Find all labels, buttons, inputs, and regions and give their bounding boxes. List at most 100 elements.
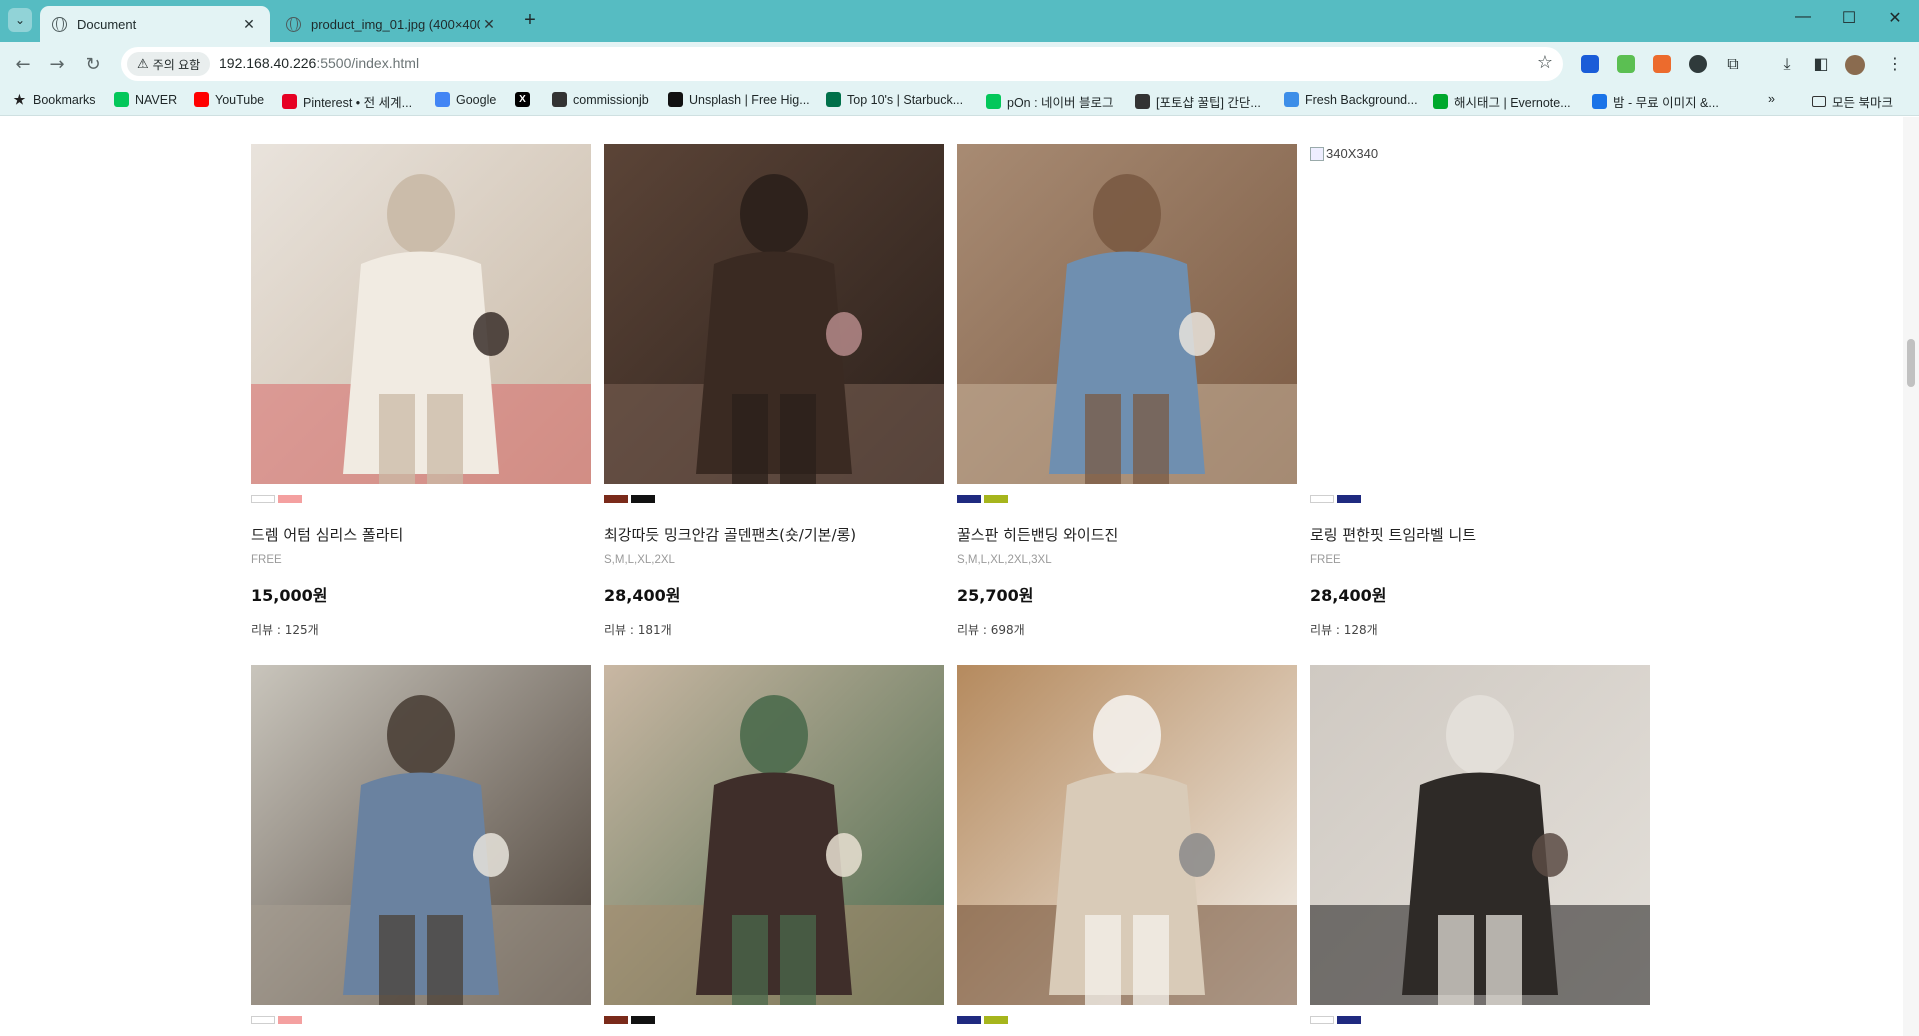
scrollbar[interactable] <box>1903 117 1919 1036</box>
product-image[interactable] <box>604 665 944 1005</box>
address-bar[interactable]: ⚠ 주의 요함 192.168.40.226:5500/index.html ☆ <box>121 47 1563 81</box>
tab-strip: ⌄ Document ✕ product_img_01.jpg (400×400… <box>0 0 1919 42</box>
bookmark-star-icon[interactable]: ☆ <box>1537 52 1553 73</box>
bookmarks-bar: ★ Bookmarks NAVER YouTube Pinterest • 전 세계..… <box>0 86 1919 116</box>
color-swatch[interactable] <box>631 1016 655 1024</box>
side-panel-icon[interactable]: ◧ <box>1809 52 1833 76</box>
product-image[interactable] <box>604 144 944 484</box>
turtleneck-photo <box>251 144 591 484</box>
close-tab-icon[interactable]: ✕ <box>240 16 258 33</box>
bookmark-item[interactable]: Google <box>435 92 496 107</box>
product-image[interactable] <box>957 665 1297 1005</box>
password-manager-extension-icon[interactable] <box>1581 55 1599 73</box>
color-swatch[interactable] <box>1310 1016 1334 1024</box>
all-bookmarks-button[interactable]: 모든 북마크 <box>1812 92 1893 111</box>
color-swatch[interactable] <box>957 1016 981 1024</box>
color-swatch[interactable] <box>984 1016 1008 1024</box>
tab-search-button[interactable]: ⌄ <box>8 8 32 32</box>
minimize-button[interactable]: — <box>1780 8 1826 34</box>
close-tab-icon[interactable]: ✕ <box>480 16 498 33</box>
bookmark-label: Top 10's | Starbuck... <box>847 92 964 107</box>
browser-toolbar: ← → ↻ ⚠ 주의 요함 192.168.40.226:5500/index.… <box>0 42 1919 86</box>
maximize-button[interactable]: ☐ <box>1826 8 1872 34</box>
bookmark-item[interactable]: [포토샵 꿀팁] 간단... <box>1135 92 1261 111</box>
product-name[interactable]: 최강따듯 밍크안감 골덴팬츠(숏/기본/롱) <box>604 524 944 545</box>
product-card[interactable] <box>251 665 591 1024</box>
forward-button[interactable]: → <box>44 52 70 78</box>
bookmark-item[interactable]: Pinterest • 전 세계... <box>282 92 412 111</box>
product-image[interactable] <box>251 665 591 1005</box>
product-card[interactable]: 꿀스판 히든밴딩 와이드진 S,M,L,XL,2XL,3XL 25,700원 리뷰 :… <box>957 144 1297 638</box>
color-swatches <box>1310 495 1650 503</box>
color-swatch[interactable] <box>957 495 981 503</box>
fresh-icon <box>1284 92 1299 107</box>
color-swatch[interactable] <box>1337 495 1361 503</box>
color-swatch[interactable] <box>984 495 1008 503</box>
url-path: :5500/index.html <box>316 55 420 71</box>
profile-avatar[interactable] <box>1843 52 1867 76</box>
knit-vest-photo <box>604 665 944 1005</box>
bookmark-item[interactable]: NAVER <box>114 92 177 107</box>
product-name[interactable]: 로링 편한핏 트임라벨 니트 <box>1310 524 1650 545</box>
starbucks-icon <box>826 92 841 107</box>
tab-document[interactable]: Document ✕ <box>40 6 270 42</box>
menu-kebab-icon[interactable]: ⋮ <box>1883 52 1907 76</box>
bookmark-item[interactable]: 해시태그 | Evernote... <box>1433 92 1571 111</box>
url-text[interactable]: 192.168.40.226:5500/index.html <box>219 55 419 71</box>
color-swatch[interactable] <box>1310 495 1334 503</box>
color-swatch[interactable] <box>251 1016 275 1024</box>
bookmark-item[interactable]: YouTube <box>194 92 264 107</box>
bookmark-label: commissionjb <box>573 92 649 107</box>
product-name[interactable]: 꿀스판 히든밴딩 와이드진 <box>957 524 1297 545</box>
color-swatch[interactable] <box>604 1016 628 1024</box>
bookmark-label: Google <box>456 92 497 107</box>
warning-icon: ⚠ <box>137 56 149 71</box>
bookmark-item[interactable]: 밤 - 무료 이미지 &... <box>1592 92 1719 111</box>
product-card[interactable] <box>957 665 1297 1024</box>
star-icon: ★ <box>13 91 26 107</box>
extension-icon[interactable] <box>1617 55 1635 73</box>
extension-icon[interactable] <box>1689 55 1707 73</box>
extension-icon[interactable] <box>1653 55 1671 73</box>
bookmark-item[interactable]: Fresh Background... <box>1284 92 1418 107</box>
product-price: 15,000원 <box>251 586 328 605</box>
product-card[interactable]: 최강따듯 밍크안감 골덴팬츠(숏/기본/롱) S,M,L,XL,2XL 28,400… <box>604 144 944 638</box>
bookmark-label: Unsplash | Free Hig... <box>689 92 810 107</box>
close-window-button[interactable]: ✕ <box>1872 8 1918 34</box>
bookmark-item[interactable]: ★ Bookmarks <box>12 92 96 107</box>
color-swatch[interactable] <box>278 1016 302 1024</box>
product-card[interactable]: 340X340 로링 편한핏 트임라벨 니트 FREE 28,400원 리뷰 : 128… <box>1310 144 1650 638</box>
all-bookmarks-label: 모든 북마크 <box>1832 96 1893 110</box>
back-button[interactable]: ← <box>10 52 36 78</box>
product-image[interactable] <box>251 144 591 484</box>
color-swatch[interactable] <box>631 495 655 503</box>
scrollbar-thumb[interactable] <box>1907 339 1915 387</box>
product-image[interactable] <box>1310 665 1650 1005</box>
bookmark-item[interactable]: pOn : 네이버 블로그 <box>986 92 1114 111</box>
new-tab-button[interactable]: + <box>518 9 542 33</box>
product-sizes: FREE <box>251 554 282 566</box>
extensions-puzzle-icon[interactable]: ⧉ <box>1721 52 1745 76</box>
product-card[interactable] <box>1310 665 1650 1024</box>
color-swatch[interactable] <box>278 495 302 503</box>
product-card[interactable] <box>604 665 944 1024</box>
bookmark-item[interactable]: Unsplash | Free Hig... <box>668 92 810 107</box>
unsplash-icon <box>668 92 683 107</box>
bookmark-item[interactable]: Top 10's | Starbuck... <box>826 92 963 107</box>
color-swatch[interactable] <box>604 495 628 503</box>
security-chip[interactable]: ⚠ 주의 요함 <box>127 52 211 76</box>
reload-button[interactable]: ↻ <box>80 52 106 78</box>
tab-product-image[interactable]: product_img_01.jpg (400×400) ✕ <box>274 6 510 42</box>
bookmark-label: Bookmarks <box>33 92 96 107</box>
bookmark-item[interactable]: commissionjb <box>552 92 649 107</box>
product-name[interactable]: 드렘 어텀 심리스 폴라티 <box>251 524 591 545</box>
product-image[interactable] <box>957 144 1297 484</box>
tab-title: product_img_01.jpg (400×400) <box>311 16 480 32</box>
bookmark-item[interactable]: X <box>515 92 536 107</box>
product-card[interactable]: 드렘 어텀 심리스 폴라티 FREE 15,000원 리뷰 : 125개 <box>251 144 591 638</box>
bookmarks-overflow-button[interactable]: » <box>1768 92 1775 106</box>
product-image-broken[interactable]: 340X340 <box>1310 144 1650 484</box>
color-swatch[interactable] <box>251 495 275 503</box>
download-icon[interactable]: ⤓ <box>1775 52 1799 76</box>
color-swatch[interactable] <box>1337 1016 1361 1024</box>
